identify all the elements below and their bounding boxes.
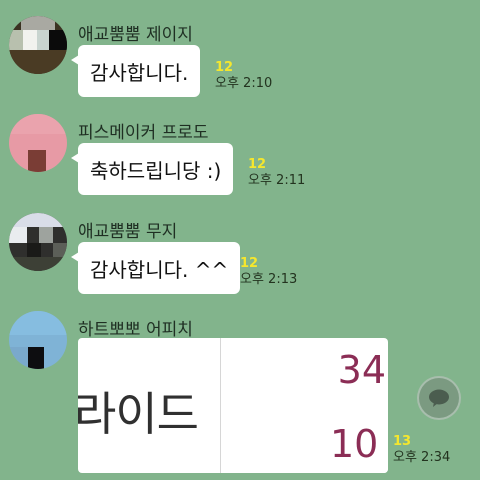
avatar[interactable] — [9, 114, 67, 172]
message-bubble[interactable]: 축하드립니당 :) — [70, 143, 234, 195]
speech-bubble-icon — [429, 389, 449, 407]
message-bubble[interactable]: 감사합니다. ^^ — [70, 242, 241, 294]
chat-fab-button[interactable] — [417, 376, 461, 420]
sender-name: 애교뿜뿜 제이지 — [78, 25, 193, 45]
message-meta: 12 오후 2:10 — [215, 60, 272, 92]
message-text: 축하드립니당 :) — [90, 158, 222, 183]
sender-name: 하트뽀뽀 어피치 — [78, 320, 193, 340]
timestamp: 오후 2:11 — [248, 173, 306, 188]
timestamp: 오후 2:10 — [215, 76, 273, 91]
image-number: 34 — [337, 348, 386, 392]
timestamp: 오후 2:13 — [240, 272, 298, 287]
sender-name: 애교뿜뿜 무지 — [78, 222, 178, 242]
message-meta: 12 오후 2:11 — [248, 157, 305, 189]
avatar[interactable] — [9, 16, 67, 74]
image-divider — [220, 338, 221, 473]
timestamp: 오후 2:34 — [393, 450, 451, 465]
message-bubble[interactable]: 감사합니다. — [70, 45, 201, 97]
message-text: 감사합니다. — [90, 60, 189, 85]
image-text: 라이드 — [78, 387, 199, 441]
image-message[interactable]: 라이드 34 10.7 — [78, 338, 388, 473]
message-meta: 12 오후 2:13 — [240, 256, 297, 288]
sender-name: 피스메이커 프로도 — [78, 123, 209, 143]
avatar[interactable] — [9, 311, 67, 369]
image-edge — [380, 428, 388, 473]
unread-count: 12 — [248, 157, 267, 172]
unread-count: 12 — [240, 256, 259, 271]
avatar[interactable] — [9, 213, 67, 271]
message-meta: 13 오후 2:34 — [393, 434, 450, 466]
message-text: 감사합니다. ^^ — [90, 257, 229, 282]
unread-count: 12 — [215, 60, 234, 75]
unread-count: 13 — [393, 434, 412, 449]
